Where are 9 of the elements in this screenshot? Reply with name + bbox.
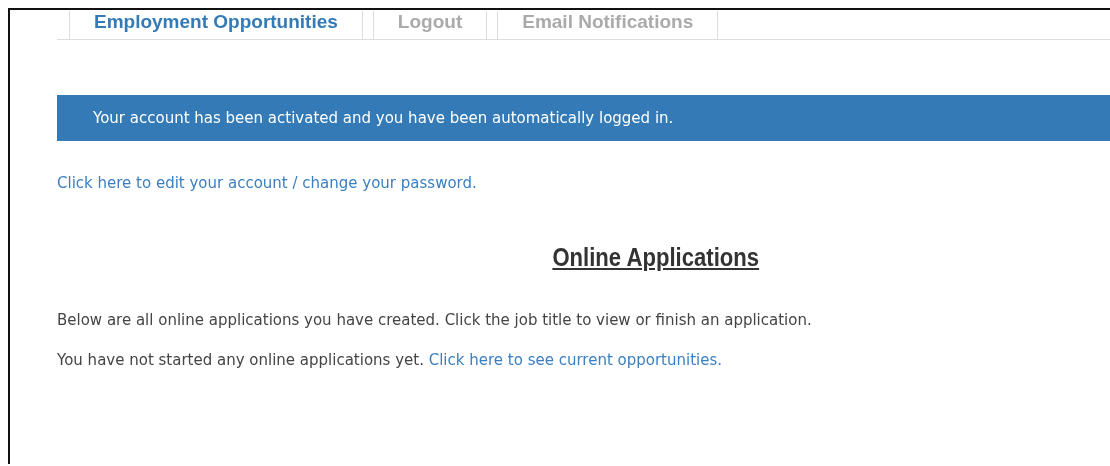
opportunities-link[interactable]: Click here to see current opportunities. (428, 351, 723, 369)
empty-message: You have not started any online applications yet. Click here to see current opportunities. (57, 351, 724, 369)
nav-tab[interactable]: Logout (372, 11, 488, 39)
nav-tab[interactable]: Employment Opportunities (69, 11, 363, 39)
nav-tab[interactable]: Email Notifications (497, 11, 719, 39)
success-alert: Your account has been activated and you have been automatically logged in. (57, 95, 1110, 141)
intro-text: Below are all online applications you have created. Click the job title to view or finish an application. (57, 311, 813, 329)
section-heading: Online Applications (551, 242, 761, 273)
edit-account-link[interactable]: Click here to edit your account / change your password. (57, 174, 477, 192)
